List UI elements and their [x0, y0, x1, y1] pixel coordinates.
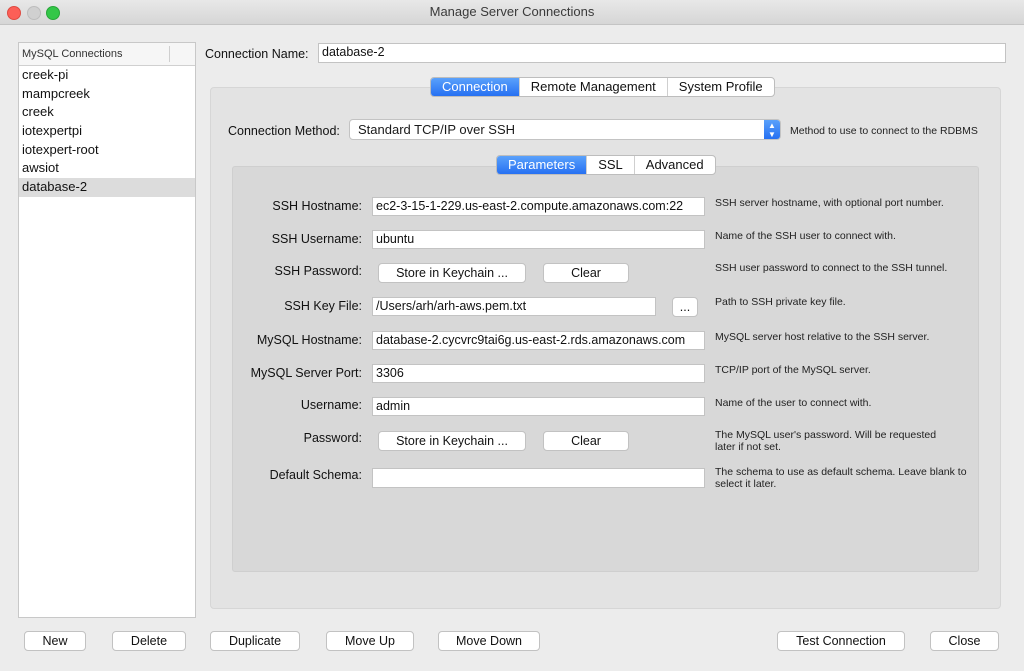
- connection-item[interactable]: creek: [19, 103, 195, 122]
- mysql-port-label: MySQL Server Port:: [250, 366, 362, 380]
- mysql-hostname-label: MySQL Hostname:: [256, 333, 362, 347]
- default-schema-input[interactable]: [372, 468, 705, 488]
- connection-method-value: Standard TCP/IP over SSH: [358, 122, 516, 137]
- ssh-password-label: SSH Password:: [274, 264, 362, 278]
- password-clear-button[interactable]: Clear: [543, 431, 629, 451]
- move-up-button[interactable]: Move Up: [326, 631, 414, 651]
- ssh-username-help: Name of the SSH user to connect with.: [715, 230, 896, 242]
- new-button[interactable]: New: [24, 631, 86, 651]
- duplicate-button[interactable]: Duplicate: [210, 631, 300, 651]
- default-schema-help: The schema to use as default schema. Lea…: [715, 466, 967, 490]
- ssh-password-store-button[interactable]: Store in Keychain ...: [378, 263, 526, 283]
- username-input[interactable]: admin: [372, 397, 705, 416]
- ssh-keyfile-browse-button[interactable]: ...: [672, 297, 698, 317]
- connections-list-header-label: MySQL Connections: [22, 48, 123, 60]
- connection-name-label: Connection Name:: [205, 47, 309, 61]
- ssh-hostname-help: SSH server hostname, with optional port …: [715, 197, 944, 209]
- connection-item-selected[interactable]: database-2: [19, 178, 195, 197]
- ssh-username-input[interactable]: ubuntu: [372, 230, 705, 249]
- connection-name-input[interactable]: database-2: [318, 43, 1006, 63]
- tab-system-profile[interactable]: System Profile: [668, 78, 774, 96]
- ssh-keyfile-label: SSH Key File:: [284, 299, 362, 313]
- tab-parameters[interactable]: Parameters: [497, 156, 588, 174]
- test-connection-button[interactable]: Test Connection: [777, 631, 905, 651]
- connection-item[interactable]: creek-pi: [19, 66, 195, 85]
- password-label: Password:: [303, 431, 362, 445]
- username-help: Name of the user to connect with.: [715, 397, 872, 409]
- ssh-keyfile-input[interactable]: /Users/arh/arh-aws.pem.txt: [372, 297, 656, 316]
- ssh-password-clear-button[interactable]: Clear: [543, 263, 629, 283]
- password-help: The MySQL user's password. Will be reque…: [715, 429, 937, 453]
- default-schema-label: Default Schema:: [269, 468, 362, 482]
- mysql-hostname-help: MySQL server host relative to the SSH se…: [715, 331, 930, 343]
- mysql-port-help: TCP/IP port of the MySQL server.: [715, 364, 871, 376]
- ssh-hostname-label: SSH Hostname:: [272, 199, 362, 213]
- ssh-username-label: SSH Username:: [271, 232, 362, 246]
- connections-list-header[interactable]: MySQL Connections: [19, 43, 195, 66]
- connection-item[interactable]: mampcreek: [19, 85, 195, 104]
- tab-remote-management[interactable]: Remote Management: [520, 78, 668, 96]
- ssh-hostname-input[interactable]: ec2-3-15-1-229.us-east-2.compute.amazona…: [372, 197, 705, 216]
- connections-list: MySQL Connections creek-pi mampcreek cre…: [18, 42, 196, 618]
- connection-item[interactable]: iotexpertpi: [19, 122, 195, 141]
- move-down-button[interactable]: Move Down: [438, 631, 540, 651]
- ssh-keyfile-help: Path to SSH private key file.: [715, 296, 846, 308]
- close-button[interactable]: Close: [930, 631, 999, 651]
- connection-item[interactable]: iotexpert-root: [19, 141, 195, 160]
- tab-advanced[interactable]: Advanced: [635, 156, 715, 174]
- manage-connections-window: Manage Server Connections MySQL Connecti…: [0, 0, 1024, 671]
- connection-method-help: Method to use to connect to the RDBMS: [790, 125, 978, 137]
- connection-item[interactable]: awsiot: [19, 159, 195, 178]
- column-separator: [169, 46, 170, 62]
- tab-ssl[interactable]: SSL: [587, 156, 635, 174]
- password-store-button[interactable]: Store in Keychain ...: [378, 431, 526, 451]
- window-title: Manage Server Connections: [429, 4, 595, 19]
- connection-method-label: Connection Method:: [228, 124, 340, 138]
- title-bar: Manage Server Connections: [0, 0, 1024, 25]
- connection-method-select[interactable]: Standard TCP/IP over SSH ▲ ▼: [349, 119, 781, 140]
- ssh-password-help: SSH user password to connect to the SSH …: [715, 262, 948, 274]
- mysql-port-input[interactable]: 3306: [372, 364, 705, 383]
- main-tabs: Connection Remote Management System Prof…: [430, 77, 775, 97]
- username-label: Username:: [300, 398, 362, 412]
- updown-chevron-icon: ▲ ▼: [764, 120, 780, 139]
- delete-button[interactable]: Delete: [112, 631, 186, 651]
- sub-tabs: Parameters SSL Advanced: [496, 155, 716, 175]
- tab-connection[interactable]: Connection: [431, 78, 520, 96]
- mysql-hostname-input[interactable]: database-2.cycvrc9tai6g.us-east-2.rds.am…: [372, 331, 705, 350]
